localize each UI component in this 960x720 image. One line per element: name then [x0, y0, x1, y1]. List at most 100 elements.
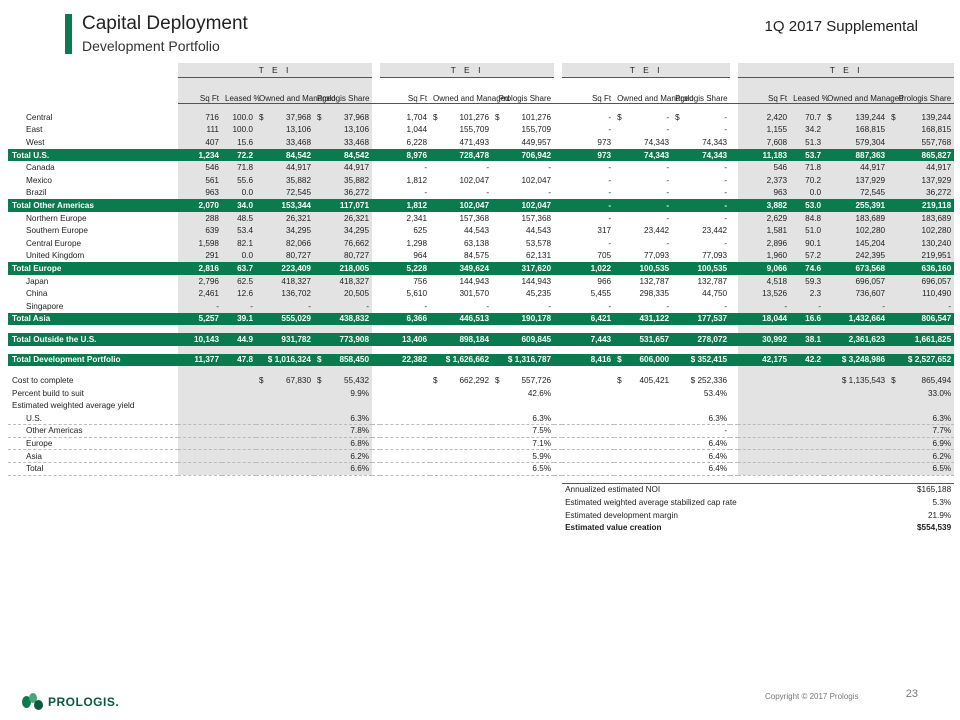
table-cell: 45,235: [526, 289, 552, 299]
table-cell: [738, 399, 791, 413]
currency-symbol: $: [259, 112, 264, 122]
column-gap: [372, 262, 381, 275]
table-cell: [614, 412, 673, 426]
tei-group-label: T E I: [178, 63, 373, 78]
row-label: Brazil: [26, 188, 47, 198]
column-header: Prologis Share: [672, 77, 731, 104]
table-cell: 53.0: [790, 199, 825, 212]
table-cell: $37,968: [256, 111, 314, 124]
column-gap: [730, 386, 739, 400]
table-cell: 53,578: [526, 238, 552, 248]
table-cell: $ 252,336: [690, 376, 728, 386]
spacer-cell: [430, 325, 492, 333]
table-cell: 931,782: [256, 333, 314, 346]
column-gap: [730, 449, 739, 463]
spacer-cell: [178, 345, 222, 354]
page-subtitle: Development Portfolio: [82, 38, 220, 54]
table-cell: 546: [738, 161, 791, 174]
table-cell: [178, 374, 222, 387]
table-row: Southern Europe 639 53.4 34,295 34,295 625 44,…: [8, 224, 955, 237]
table-cell: 77,093: [644, 251, 670, 261]
annual-value: 21.9%: [927, 510, 952, 520]
table-cell: 82,066: [256, 236, 314, 250]
spacer-cell: [222, 366, 256, 375]
table-cell: 102,280: [888, 224, 955, 237]
table-cell: [672, 399, 730, 412]
table-cell: 6,228: [406, 137, 428, 147]
table-row: West 407 15.6 33,468 33,468 6,228 471,493 449,9…: [8, 136, 955, 149]
row-label: United Kingdom: [26, 251, 85, 261]
column-gap: [554, 224, 563, 237]
table-cell: [222, 437, 256, 451]
table-cell: 3,882: [738, 199, 791, 212]
table-cell: $ -: [614, 111, 672, 124]
money-value: $101,276: [433, 113, 489, 122]
table-cell: 168,815: [888, 123, 955, 137]
table-cell: -: [672, 424, 731, 438]
table-cell: 696,057: [824, 274, 889, 288]
table-cell: 53.4: [222, 224, 256, 237]
table-cell: 23,442: [644, 226, 670, 236]
table-cell: 74,343: [672, 148, 731, 162]
column-gap: [554, 161, 563, 174]
column-gap: [554, 236, 563, 250]
annual-value: 5.3%: [932, 497, 952, 507]
column-gap: [554, 136, 563, 149]
spacer-cell: [730, 346, 738, 354]
amount: 139,244: [921, 112, 952, 122]
table-cell: 2,070: [178, 199, 222, 212]
table-cell: [380, 374, 430, 387]
table-cell: $101,276: [492, 111, 554, 124]
spacer-cell: [554, 475, 562, 483]
row-label: Total Europe: [8, 262, 178, 275]
column-gap: [730, 424, 739, 438]
column-gap: [372, 123, 381, 137]
table-cell: [256, 399, 314, 413]
spacer-cell: [730, 366, 738, 374]
table-cell: 102,047: [459, 175, 490, 185]
table-cell: -: [178, 299, 222, 313]
spacer-cell: [372, 366, 380, 374]
column-gap: [372, 161, 381, 174]
money-value: $139,244: [827, 113, 885, 122]
table-cell: [824, 399, 889, 413]
column-gap: [730, 77, 739, 104]
table-cell: [790, 424, 825, 438]
spacer-cell: [8, 366, 178, 374]
table-cell: 579,304: [824, 136, 889, 149]
prologis-logo-icon: [22, 693, 44, 711]
table-cell: [178, 449, 222, 463]
table-row: Brazil 963 0.0 72,545 36,272- - - - - -963 0.0 72,5…: [8, 186, 955, 200]
table-row: Estimated weighted average yield: [8, 399, 955, 413]
table-cell: 4,518: [738, 274, 791, 288]
table-cell: -: [666, 125, 670, 135]
table-cell: [824, 386, 889, 400]
table-cell: 26,321: [314, 211, 373, 225]
money-value: $557,726: [495, 376, 551, 385]
table-cell: 80,727: [314, 249, 373, 263]
table-cell: -: [824, 299, 889, 313]
table-cell: 57.2: [790, 249, 825, 263]
table-cell: [790, 437, 825, 451]
table-cell: 609,845: [492, 333, 555, 346]
table-cell: 557,768: [888, 136, 955, 149]
spacer-cell: [738, 325, 791, 334]
table-cell: 34,295: [256, 224, 314, 237]
row-label: Total Development Portfolio: [8, 353, 178, 367]
column-header: Prologis Share: [492, 77, 555, 104]
table-cell: 6.4%: [672, 449, 731, 463]
supplemental-label: 1Q 2017 Supplemental: [764, 18, 918, 35]
amount: -: [724, 112, 728, 122]
table-cell: 42,175: [738, 353, 791, 367]
table-cell: 22,382: [380, 353, 431, 367]
column-gap: [730, 299, 739, 313]
table-cell: 6.4%: [672, 462, 731, 476]
column-gap: [730, 249, 739, 263]
column-gap: [730, 236, 739, 250]
table-cell: [430, 399, 492, 412]
table-cell: 639: [178, 224, 222, 237]
table-cell: 102,280: [824, 224, 889, 237]
spacer-cell: [730, 103, 738, 111]
spacer-cell: [222, 475, 256, 483]
amount: 606,000: [639, 355, 670, 365]
